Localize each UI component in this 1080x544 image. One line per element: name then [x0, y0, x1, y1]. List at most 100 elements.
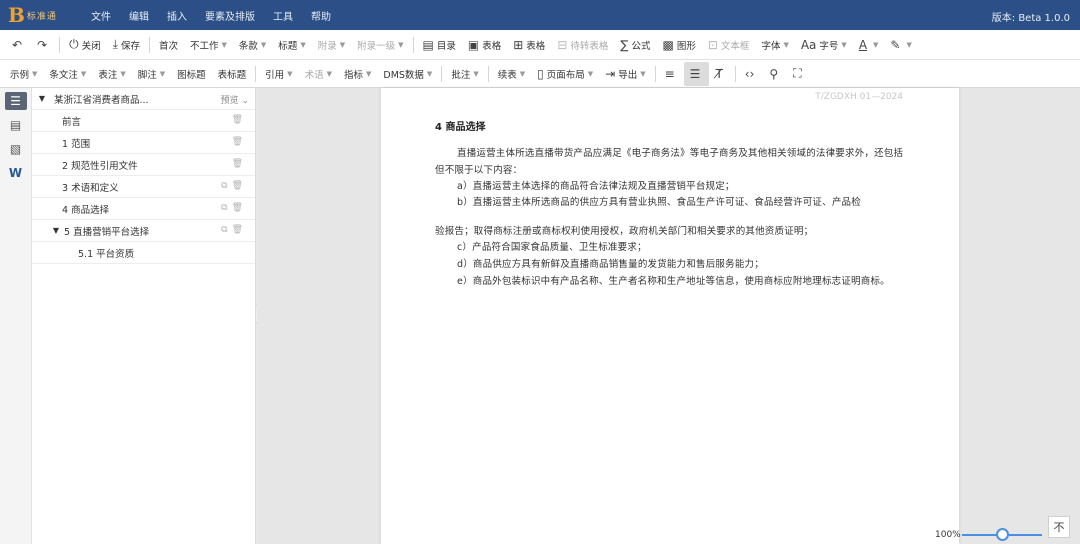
- outline-tab-icon[interactable]: ☰: [4, 92, 27, 110]
- table-button[interactable]: ⊞ 表格: [507, 33, 551, 57]
- outline-item[interactable]: 2 规范性引用文件 🗑: [32, 154, 255, 176]
- chevron-down-icon: ▼: [841, 40, 847, 49]
- zoom-slider-handle[interactable]: [995, 528, 1009, 541]
- outline-panel: ▼ 某浙江省消费者商品... 预览 ⌄ 前言 🗑 1 范围 🗑 2 规范性引用文…: [32, 88, 256, 544]
- document-page[interactable]: T/ZGDXH 01—2024 4 商品选择 直播运营主体所选直播带货产品应满足…: [381, 88, 959, 544]
- power-icon: ⏻: [69, 37, 79, 51]
- outline-item[interactable]: 前言 🗑: [32, 110, 255, 132]
- convert-table-button[interactable]: ⊟ 待转表格: [551, 33, 614, 57]
- table-note-dropdown[interactable]: 表注 ▼: [92, 62, 131, 86]
- clause-dropdown[interactable]: 条款 ▼: [233, 33, 272, 57]
- close-button[interactable]: ⏻ 关闭: [63, 33, 107, 57]
- style-dropdown[interactable]: 不工作 ▼: [184, 33, 233, 57]
- outline-item[interactable]: 1 范围 🗑: [32, 132, 255, 154]
- menu-edit[interactable]: 编辑: [120, 8, 158, 23]
- menu-help[interactable]: 帮助: [302, 8, 340, 23]
- comment-dropdown[interactable]: 批注 ▼: [445, 62, 484, 86]
- outline-item[interactable]: 3 术语和定义 ⧉🗑: [32, 176, 255, 198]
- search-button[interactable]: ⚲: [763, 62, 787, 86]
- redo-button[interactable]: ↷: [31, 33, 56, 57]
- chevron-down-icon: ▼: [260, 40, 267, 49]
- chevron-down-icon: ▼: [159, 69, 166, 78]
- delete-icon[interactable]: 🗑: [232, 159, 247, 169]
- figure-title-button[interactable]: 图标题: [171, 62, 212, 86]
- download-icon: ⤓: [112, 37, 118, 51]
- divider: [441, 65, 443, 82]
- chevron-down-icon: ▼: [906, 40, 912, 49]
- outline-item[interactable]: 4 商品选择 ⧉🗑: [32, 198, 255, 220]
- export-icon: ⇥: [605, 66, 616, 81]
- outline-item-label: 前言: [62, 116, 82, 128]
- comments-tab-icon[interactable]: ▤: [5, 116, 27, 134]
- heading-dropdown[interactable]: 标题 ▼: [272, 33, 311, 57]
- table-icon: ⊞: [513, 37, 524, 52]
- chevron-down-icon: ▼: [80, 69, 87, 78]
- menu-tools[interactable]: 工具: [264, 8, 302, 23]
- chevron-down-icon: ▼: [300, 40, 306, 49]
- divider: [412, 36, 414, 53]
- font-family-dropdown[interactable]: 字体 ▼: [755, 33, 794, 57]
- caret-down-icon: ▼: [52, 226, 60, 235]
- app-logo: B 标准通: [0, 0, 62, 30]
- word-tab-icon[interactable]: W: [5, 164, 27, 182]
- highlight-button[interactable]: ✎ ▼: [884, 33, 917, 57]
- outline-item-label: 4 商品选择: [62, 204, 110, 216]
- divider: [255, 65, 257, 82]
- indicator-dropdown[interactable]: 指标 ▼: [338, 62, 377, 86]
- menu-insert[interactable]: 插入: [158, 8, 196, 23]
- textbox-button[interactable]: ⊡ 文本框: [702, 33, 756, 57]
- highlighter-icon: ✎: [890, 37, 901, 52]
- first-level-button[interactable]: 首次: [153, 33, 184, 57]
- fullscreen-button[interactable]: ⛶: [787, 62, 810, 86]
- outline-item-label: 3 术语和定义: [62, 182, 119, 194]
- page-header-code: T/ZGDXH 01—2024: [815, 92, 903, 102]
- reference-dropdown[interactable]: 引用 ▼: [259, 62, 298, 86]
- example-dropdown[interactable]: 示例 ▼: [4, 62, 43, 86]
- convert-table-icon: ⊟: [557, 37, 568, 52]
- dms-data-dropdown[interactable]: DMS数据 ▼: [377, 62, 438, 86]
- copy-delete-icons[interactable]: ⧉🗑: [221, 203, 247, 213]
- page-icon: ▯: [537, 66, 544, 81]
- copy-delete-icons[interactable]: ⧉🗑: [221, 181, 247, 191]
- outline-subitem[interactable]: 5.1 平台资质: [32, 242, 255, 264]
- font-size-dropdown[interactable]: Aa 字号 ▼: [795, 33, 853, 57]
- list-item: a）直播运营主体选择的商品符合法律法规及直播营销平台规定；: [457, 181, 735, 192]
- code-view-button[interactable]: ‹›: [739, 62, 764, 86]
- menu-elements-layout[interactable]: 要素及排版: [196, 8, 264, 23]
- menu-file[interactable]: 文件: [82, 8, 120, 23]
- clear-format-button[interactable]: T̸: [709, 62, 731, 86]
- indent-button[interactable]: ☰: [683, 61, 710, 86]
- document-tab-icon[interactable]: ▧: [5, 140, 27, 158]
- divider: [148, 36, 150, 53]
- preview-action[interactable]: 预览: [221, 96, 239, 106]
- footnote-dropdown[interactable]: 脚注 ▼: [132, 62, 171, 86]
- chevron-down-icon: ▼: [473, 69, 479, 78]
- image-button[interactable]: ▣ 表格: [462, 33, 507, 57]
- export-dropdown[interactable]: ⇥ 导出 ▼: [599, 62, 651, 86]
- outline-item[interactable]: ▼ 5 直播营销平台选择 ⧉🗑: [32, 220, 255, 242]
- term-dropdown[interactable]: 术语 ▼: [299, 62, 338, 86]
- toc-button[interactable]: ▤ 目录: [417, 33, 462, 57]
- copy-delete-icons[interactable]: ⧉🗑: [221, 225, 247, 235]
- save-button[interactable]: ⤓ 保存: [107, 33, 146, 57]
- divider: [487, 65, 489, 82]
- appendix-level-dropdown[interactable]: 附录一级 ▼: [351, 33, 409, 57]
- undo-button[interactable]: ↶: [6, 33, 31, 57]
- divider: [734, 65, 736, 82]
- table-title-button[interactable]: 表标题: [212, 62, 253, 86]
- chevron-down-icon: ▼: [365, 69, 372, 78]
- title-bar: B 标准通 文件 编辑 插入 要素及排版 工具 帮助 版本: Beta 1.0.…: [0, 0, 1080, 30]
- font-color-button[interactable]: A ▼: [853, 33, 885, 57]
- help-icon[interactable]: 不: [1048, 516, 1070, 538]
- page-layout-dropdown[interactable]: ▯ 页面布局 ▼: [531, 62, 599, 86]
- textbox-icon: ⊡: [707, 37, 718, 52]
- formula-button[interactable]: ∑ 公式: [614, 33, 656, 57]
- shape-button[interactable]: ▩ 图形: [657, 33, 702, 57]
- outline-root[interactable]: ▼ 某浙江省消费者商品... 预览 ⌄: [32, 88, 255, 110]
- delete-icon[interactable]: 🗑: [232, 115, 247, 125]
- continued-table-dropdown[interactable]: 续表 ▼: [492, 62, 531, 86]
- align-left-button[interactable]: ≡: [659, 62, 684, 86]
- delete-icon[interactable]: 🗑: [232, 137, 247, 147]
- appendix-dropdown[interactable]: 附录 ▼: [312, 33, 351, 57]
- clause-note-dropdown[interactable]: 条文注 ▼: [43, 62, 92, 86]
